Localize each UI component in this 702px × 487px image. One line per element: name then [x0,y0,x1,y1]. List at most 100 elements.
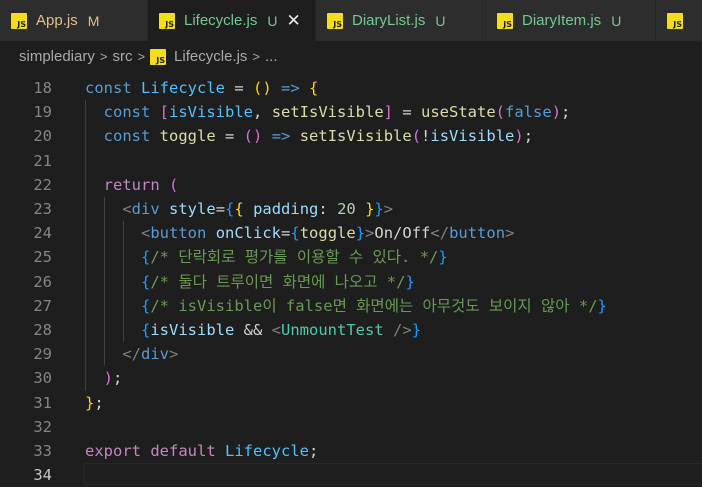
breadcrumb-item[interactable]: src [112,48,132,65]
code-token: /* 단락회로 평가를 이용할 수 있다. */ [150,248,439,267]
code-line[interactable]: 34 [0,463,702,487]
code-token: () [243,127,263,146]
code-token: ( [411,127,422,146]
code-token: : [318,200,338,218]
code-line[interactable]: 25 {/* 단락회로 평가를 이용할 수 있다. */} [0,245,702,269]
code-line[interactable]: 23 <div style={{ padding: 20 }}> [0,197,702,221]
line-number: 25 [33,248,52,267]
code-token: } [374,200,384,218]
code-token: = [215,200,226,218]
code-line[interactable]: 31}; [0,391,702,415]
code-token: isVisible [169,103,254,122]
breadcrumb-item[interactable]: ... [265,48,278,65]
line-number: 22 [33,175,52,194]
code-token: useState [421,103,496,122]
code-line[interactable]: 18 const Lifecycle = () => { [0,76,702,100]
code-token: { [141,296,151,315]
code-line[interactable]: 32 [0,415,702,439]
code-token: ; [309,442,319,460]
code-line[interactable]: 20 const toggle = () => setIsVisible(!is… [0,124,702,148]
code-line[interactable]: 26 {/* 둘다 트루이면 화면에 나오고 */} [0,270,702,294]
code-token: < [271,321,282,339]
code-text: }; [85,391,104,415]
indent-guide [123,221,124,343]
code-token: > [383,200,394,218]
javascript-file-icon: JS [327,12,343,29]
code-editor[interactable]: 18 const Lifecycle = () => {19 const [isV… [0,76,702,486]
tab-diaryitem-js[interactable]: JS DiaryItem.js U [486,0,656,41]
javascript-file-icon: JS [150,48,167,65]
line-number: 28 [33,321,52,339]
code-line[interactable]: 19 const [isVisible, setIsVisible] = use… [0,100,702,124]
code-token: div [131,200,160,218]
code-token: ( [495,103,506,122]
tab-lifecycle-js[interactable]: JS Lifecycle.js U ✕ [148,0,316,41]
code-line[interactable]: 28 {isVisible && <UnmountTest />} [0,318,702,342]
code-token: export [85,442,141,460]
code-line[interactable]: 29 </div> [0,342,702,366]
code-token: const [103,103,160,122]
code-line[interactable]: 22 return ( [0,173,702,197]
line-number: 27 [33,296,52,315]
tab-label: DiaryItem.js [522,12,602,29]
code-line[interactable]: 30 ); [0,366,702,390]
code-token: { [141,321,151,339]
breadcrumb: simplediary > src > JS Lifecycle.js >... [0,41,702,72]
code-token: const [103,127,160,146]
line-number: 21 [33,151,52,170]
breadcrumb-item[interactable]: simplediary [19,48,95,65]
code-token: } [85,393,95,412]
code-token: } [438,248,448,267]
indent-guide [104,197,105,367]
line-number: 30 [33,369,52,388]
code-token: ; [94,393,104,412]
code-token: () [253,79,272,97]
tab-label: DiaryList.js [352,12,426,29]
code-token: => [271,127,291,146]
line-number: 34 [33,466,52,485]
close-icon[interactable]: ✕ [286,11,300,31]
breadcrumb-item[interactable]: Lifecycle.js [174,48,247,65]
code-token: ( [169,175,179,194]
tab-app-js[interactable]: JS App.js M [0,0,148,41]
code-token: { [234,200,244,218]
code-token: } [405,272,415,291]
code-line[interactable]: 27 {/* isVisible이 false면 화면에는 아무것도 보이지 않… [0,294,702,318]
tab-overflow[interactable]: JS [656,0,702,41]
code-line[interactable]: 33 export default Lifecycle; [0,439,702,463]
code-token: = [225,79,253,97]
tab-label: Lifecycle.js [184,12,258,29]
code-token: Lifecycle [141,79,225,97]
code-token: onClick [215,224,282,243]
code-token: button [449,224,506,243]
code-line[interactable]: 21 [0,149,702,173]
code-token: [ [159,103,170,122]
code-token: </ [122,345,141,364]
code-token: { [225,200,235,218]
code-text: export default Lifecycle; [85,439,318,463]
code-token: { [141,272,151,291]
line-number: 29 [33,345,52,364]
code-token: /* isVisible이 false면 화면에는 아무것도 보이지 않아 */ [150,296,598,315]
tab-diarylist-js[interactable]: JS DiaryList.js U [316,0,486,41]
code-token: } [355,224,366,243]
code-token: div [141,345,169,364]
code-token: default [150,442,216,460]
line-number: 26 [33,272,52,291]
code-line[interactable]: 24 <button onClick={toggle}>On/Off</butt… [0,221,702,245]
line-number: 33 [33,442,52,460]
code-token: toggle [159,127,216,146]
line-number: 31 [33,393,52,412]
code-token: padding [253,200,319,218]
code-token: 20 [337,200,356,218]
code-token: </ [430,224,450,243]
code-token: false [505,103,552,122]
code-token: style [169,200,216,218]
